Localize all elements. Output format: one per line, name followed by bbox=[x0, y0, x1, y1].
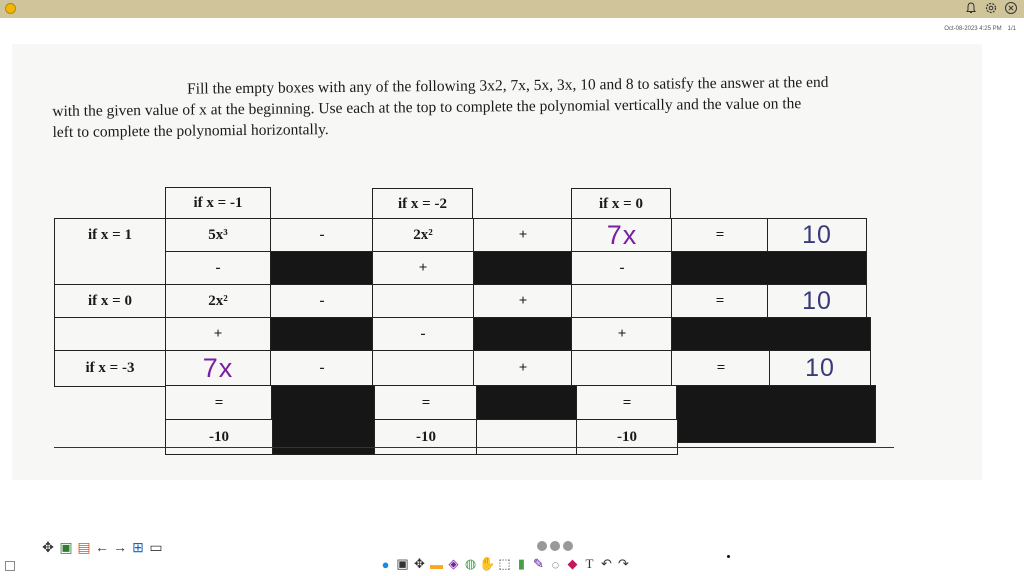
folder-icon[interactable]: ▬ bbox=[429, 556, 444, 572]
app-logo-icon bbox=[5, 3, 16, 14]
vert3-op-3: = bbox=[576, 385, 678, 421]
cursor-dot bbox=[727, 555, 730, 558]
document-icon[interactable]: ▤ bbox=[76, 539, 92, 555]
row1-term-2: 2x² bbox=[372, 218, 474, 252]
handwritten-result: 10 bbox=[802, 287, 832, 315]
result-1: -10 bbox=[165, 419, 273, 455]
row2-equals: = bbox=[671, 284, 769, 319]
row3-op-2: + bbox=[473, 350, 573, 387]
page-toolbar: ✥ ▣ ▤ ← → ⊞ ▭ bbox=[40, 539, 164, 556]
hand-icon[interactable]: ✋ bbox=[479, 556, 495, 572]
select-icon[interactable]: ⬚ bbox=[497, 556, 512, 572]
drawing-toolbar: ● ▣ ✥ ▬ ◈ ◍ ✋ ⬚ ▮ ✎ ◌ ◆ T ↶ ↷ bbox=[378, 556, 631, 572]
row2-term-1: 2x² bbox=[165, 284, 271, 319]
people-icon[interactable]: ● bbox=[378, 556, 393, 572]
window-title-bar bbox=[0, 0, 1024, 18]
vert3-op-1: = bbox=[165, 385, 273, 421]
row-header-2: if x = 0 bbox=[54, 284, 166, 319]
row1-op-2: + bbox=[473, 218, 573, 252]
row2-term-3[interactable] bbox=[571, 284, 673, 319]
bell-icon[interactable] bbox=[964, 1, 978, 15]
row3-equals: = bbox=[671, 350, 771, 387]
mini-tool-group bbox=[537, 541, 573, 551]
col-header-2: if x = -2 bbox=[372, 188, 473, 221]
timestamp-text: Oct-08-2023 4:25 PM bbox=[944, 26, 1002, 32]
result-blank bbox=[476, 419, 578, 455]
table-baseline bbox=[54, 447, 894, 448]
result-3: -10 bbox=[576, 419, 678, 455]
highlighter-icon[interactable]: ▮ bbox=[514, 556, 529, 572]
worksheet-image: Fill the empty boxes with any of the fol… bbox=[12, 44, 982, 480]
handwritten-result: 10 bbox=[805, 354, 835, 382]
row-header-3: if x = -3 bbox=[54, 350, 166, 387]
blocked-cell bbox=[270, 317, 374, 352]
row2-op-2: + bbox=[473, 284, 573, 319]
screenshot-icon[interactable]: ▣ bbox=[395, 556, 410, 572]
vert1-op-2: + bbox=[372, 251, 474, 285]
pen-icon[interactable]: ✎ bbox=[531, 556, 546, 572]
vert3-op-2: = bbox=[374, 385, 478, 421]
handwritten-answer: 7x bbox=[606, 219, 638, 250]
corner-icon[interactable] bbox=[5, 561, 15, 571]
vert2-op-3: + bbox=[571, 317, 673, 352]
lasso-icon[interactable]: ◌ bbox=[548, 556, 563, 572]
blocked-cell bbox=[476, 385, 578, 421]
vert2-spacer bbox=[54, 317, 166, 352]
handwritten-result: 10 bbox=[802, 220, 832, 249]
gear-icon[interactable] bbox=[984, 1, 998, 15]
arrow-left-icon[interactable]: ← bbox=[94, 539, 110, 555]
vert2-op-2: - bbox=[372, 317, 474, 352]
row3-term-3[interactable] bbox=[571, 350, 673, 387]
row1-equals: = bbox=[671, 218, 769, 252]
tool-circle[interactable] bbox=[550, 541, 560, 551]
blocked-cell bbox=[270, 251, 374, 285]
row3-op-1: - bbox=[270, 350, 374, 387]
timestamp: Oct-08-2023 4:25 PM 1/1 bbox=[938, 26, 1016, 32]
tool-circle[interactable] bbox=[537, 541, 547, 551]
row3-term-1[interactable]: 7x bbox=[165, 350, 271, 387]
vert1-op-1: - bbox=[165, 251, 271, 285]
blocked-cell bbox=[676, 385, 876, 443]
row-header-1: if x = 1 bbox=[54, 218, 166, 252]
vert2-op-1: + bbox=[165, 317, 271, 352]
row1-op-1: - bbox=[270, 218, 374, 252]
vert1-spacer bbox=[54, 251, 166, 285]
layers-icon[interactable]: ◈ bbox=[446, 556, 461, 572]
add-page-icon[interactable]: ⊞ bbox=[130, 539, 146, 555]
row1-term-3[interactable]: 7x bbox=[571, 218, 673, 252]
vert1-op-3: - bbox=[571, 251, 673, 285]
result-2: -10 bbox=[374, 419, 478, 455]
col-header-1: if x = -1 bbox=[165, 187, 271, 220]
page-icon[interactable]: ▭ bbox=[148, 539, 164, 555]
eraser-icon[interactable]: ◆ bbox=[565, 556, 580, 572]
col-header-3: if x = 0 bbox=[571, 188, 671, 221]
text-icon[interactable]: T bbox=[582, 556, 597, 572]
blocked-cell bbox=[473, 251, 573, 285]
close-icon[interactable] bbox=[1004, 1, 1018, 15]
move-icon[interactable]: ✥ bbox=[412, 556, 427, 572]
arrow-right-icon[interactable]: → bbox=[112, 539, 128, 555]
handwritten-answer: 7x bbox=[202, 353, 234, 383]
page-indicator: 1/1 bbox=[1007, 26, 1016, 32]
blocked-cell bbox=[271, 385, 376, 455]
redo-icon[interactable]: ↷ bbox=[616, 556, 631, 572]
row3-result: 10 bbox=[769, 350, 871, 387]
image-icon[interactable]: ▣ bbox=[58, 539, 74, 555]
row2-term-2[interactable] bbox=[372, 284, 474, 319]
blocked-cell bbox=[671, 251, 867, 285]
row2-op-1: - bbox=[270, 284, 374, 319]
tool-circle[interactable] bbox=[563, 541, 573, 551]
globe-icon[interactable]: ◍ bbox=[463, 556, 478, 572]
row1-term-1: 5x³ bbox=[165, 218, 271, 252]
instructions-text: Fill the empty boxes with any of the fol… bbox=[52, 70, 963, 143]
blocked-cell bbox=[671, 317, 871, 352]
row2-result: 10 bbox=[767, 284, 867, 319]
row1-result: 10 bbox=[767, 218, 867, 252]
move-icon[interactable]: ✥ bbox=[40, 539, 56, 555]
undo-icon[interactable]: ↶ bbox=[599, 556, 614, 572]
row3-term-2[interactable] bbox=[372, 350, 474, 387]
blocked-cell bbox=[473, 317, 573, 352]
